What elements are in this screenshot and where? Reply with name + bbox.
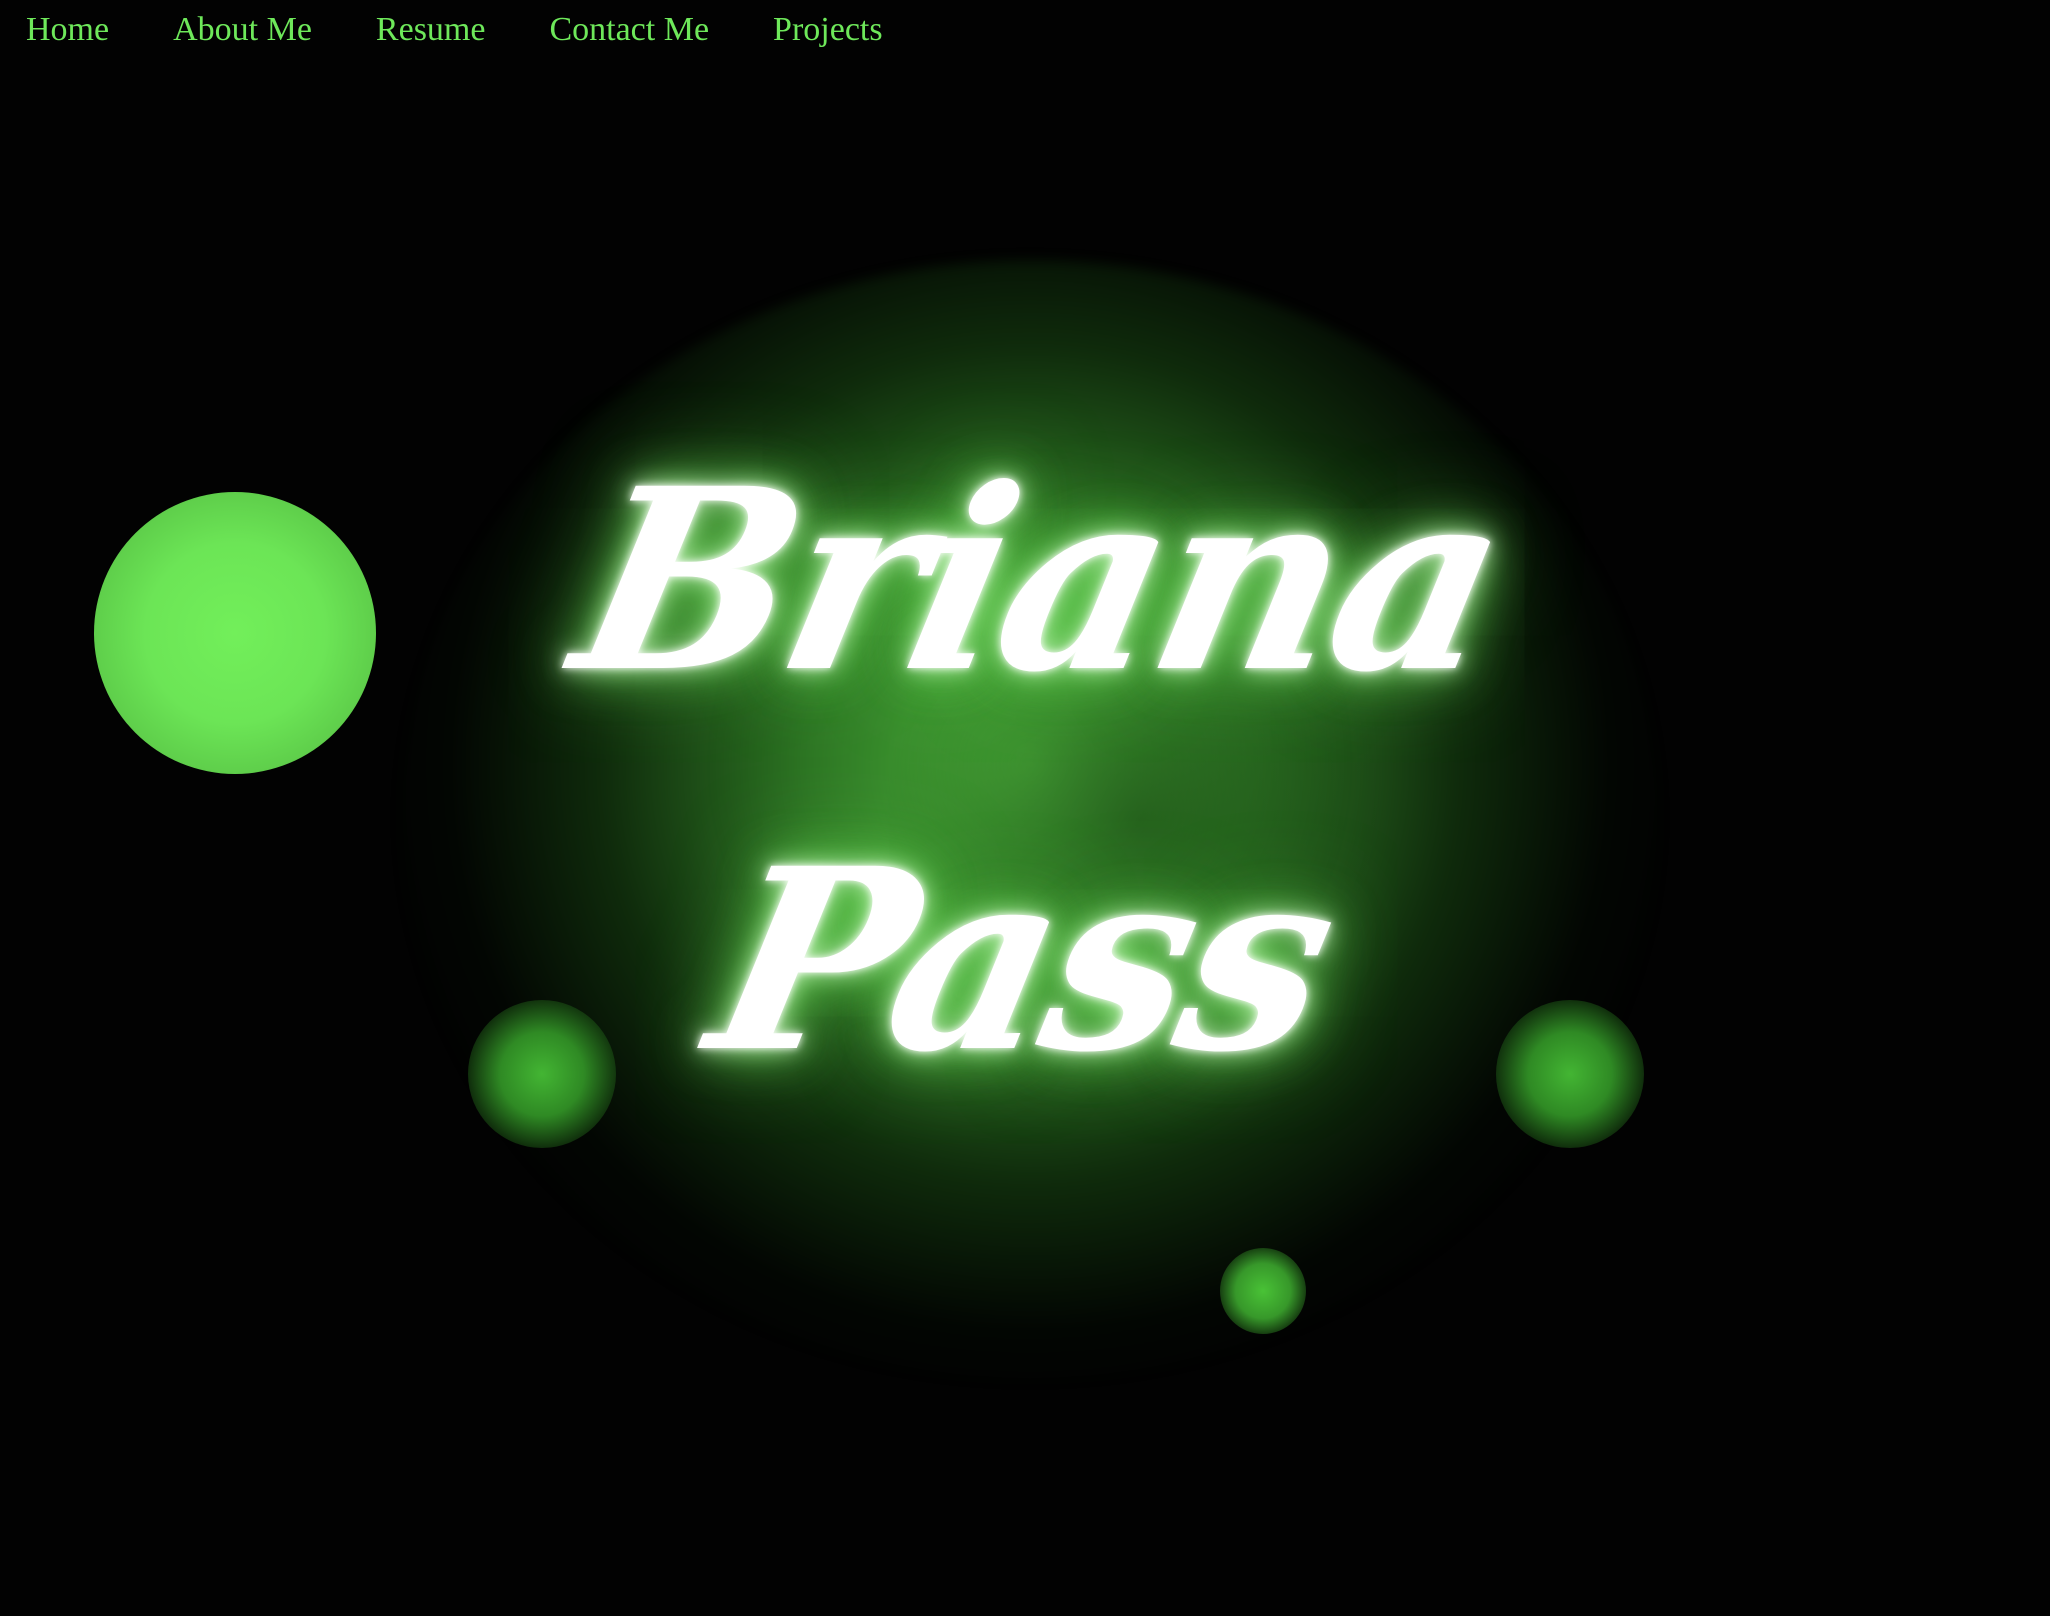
nav-link-home[interactable]: Home xyxy=(26,4,109,56)
decorative-orb-small xyxy=(1220,1248,1306,1334)
nav-link-projects[interactable]: Projects xyxy=(773,4,883,56)
nav-link-about-me[interactable]: About Me xyxy=(173,4,312,56)
top-nav: Home About Me Resume Contact Me Projects xyxy=(0,0,2050,60)
page: Home About Me Resume Contact Me Projects… xyxy=(0,0,2050,1616)
hero-first-name: Briana xyxy=(554,433,1526,727)
decorative-orb-large xyxy=(94,492,376,774)
nav-link-resume[interactable]: Resume xyxy=(376,4,486,56)
hero-last-name: Pass xyxy=(690,813,1354,1107)
nav-link-contact-me[interactable]: Contact Me xyxy=(549,4,709,56)
hero-name: Briana Pass xyxy=(555,430,1525,1130)
